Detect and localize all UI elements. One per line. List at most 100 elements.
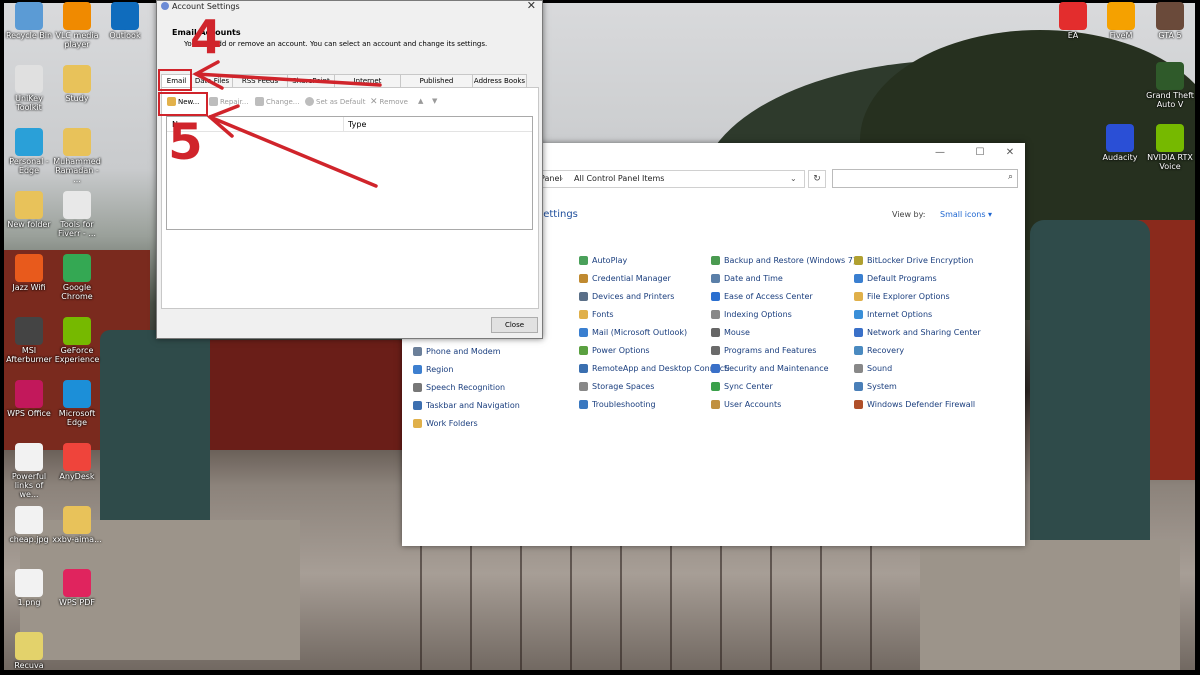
search-input[interactable]: ⌕ — [832, 169, 1018, 188]
desktop-icon[interactable]: Muhammed Ramadan - ... — [52, 128, 102, 184]
control-panel-item-label: Region — [426, 364, 454, 374]
desktop-icon[interactable]: MSI Afterburner — [4, 317, 54, 364]
control-panel-item[interactable]: Programs and Features — [711, 344, 816, 358]
control-panel-item-label: Date and Time — [724, 273, 783, 283]
desktop-icon[interactable]: Microsoft Edge — [52, 380, 102, 427]
screen-frame — [0, 670, 1200, 675]
app-icon — [63, 569, 91, 597]
chevron-down-icon[interactable]: ⌄ — [790, 174, 797, 183]
desktop-icon[interactable]: Google Chrome — [52, 254, 102, 301]
control-panel-item[interactable]: Backup and Restore (Windows 7) — [711, 253, 856, 267]
desktop-icon[interactable]: VLC media player — [52, 2, 102, 49]
control-panel-item-label: Mail (Microsoft Outlook) — [592, 327, 688, 337]
desktop-icon[interactable]: Personal - Edge — [4, 128, 54, 175]
repair-button[interactable]: Repair... — [209, 97, 248, 106]
control-panel-item-label: Speech Recognition — [426, 382, 506, 392]
desktop-icon[interactable]: EA — [1048, 2, 1098, 40]
control-panel-item-icon — [413, 364, 422, 374]
control-panel-item[interactable]: RemoteApp and Desktop Connecti — [579, 362, 729, 376]
app-icon — [1156, 2, 1184, 30]
desktop-icon[interactable]: Grand Theft Auto V — [1145, 62, 1195, 109]
desktop-icon[interactable]: cheap.jpg — [4, 506, 54, 544]
desktop-icon[interactable]: GTA 5 — [1145, 2, 1195, 40]
control-panel-item[interactable]: AutoPlay — [579, 253, 627, 267]
control-panel-item[interactable]: Default Programs — [854, 271, 937, 285]
desktop-icon[interactable]: Jazz Wifi — [4, 254, 54, 292]
desktop-icon[interactable]: WPS PDF — [52, 569, 102, 607]
control-panel-item[interactable]: Taskbar and Navigation — [413, 398, 520, 412]
control-panel-item-icon — [711, 382, 720, 392]
close-button[interactable]: Close — [491, 317, 538, 333]
page-title: settings — [538, 209, 578, 220]
control-panel-item[interactable]: Security and Maintenance — [711, 362, 829, 376]
set-default-button[interactable]: Set as Default — [305, 97, 365, 106]
control-panel-item[interactable]: Internet Options — [854, 307, 932, 321]
minimize-button[interactable]: — — [925, 147, 955, 158]
control-panel-item[interactable]: File Explorer Options — [854, 289, 950, 303]
control-panel-item[interactable]: Phone and Modem — [413, 344, 501, 358]
control-panel-item[interactable]: Recovery — [854, 344, 904, 358]
desktop-icon[interactable]: Audacity — [1095, 124, 1145, 162]
move-down-button[interactable]: ▼ — [432, 97, 437, 105]
desktop-icon-label: Muhammed Ramadan - ... — [53, 157, 101, 184]
desktop-icon[interactable]: GeForce Experience — [52, 317, 102, 364]
close-button[interactable]: ✕ — [995, 147, 1025, 158]
control-panel-item[interactable]: Fonts — [579, 307, 614, 321]
control-panel-item[interactable]: User Accounts — [711, 398, 781, 412]
control-panel-item[interactable]: Windows Defender Firewall — [854, 398, 975, 412]
control-panel-item[interactable]: Region — [413, 362, 453, 376]
desktop-icon[interactable]: Tools for Fiverr - ... — [52, 191, 102, 238]
check-circle-icon — [305, 97, 314, 106]
control-panel-item[interactable]: Speech Recognition — [413, 380, 505, 394]
desktop-icon[interactable]: NVIDIA RTX Voice — [1145, 124, 1195, 171]
control-panel-item-icon — [579, 309, 588, 319]
account-list[interactable]: Name Type — [166, 116, 533, 230]
desktop-icon[interactable]: FiveM — [1096, 2, 1146, 40]
control-panel-item[interactable]: Work Folders — [413, 416, 478, 430]
control-panel-item[interactable]: Indexing Options — [711, 307, 792, 321]
desktop-icon[interactable]: New folder — [4, 191, 54, 229]
breadcrumb-item[interactable]: All Control Panel Items — [574, 174, 664, 183]
change-button-label: Change... — [266, 97, 300, 106]
control-panel-item[interactable]: Sync Center — [711, 380, 773, 394]
desktop-icon[interactable]: Recuva — [4, 632, 54, 670]
stone-lantern — [1030, 220, 1150, 550]
control-panel-item[interactable]: System — [854, 380, 897, 394]
control-panel-item-label: Security and Maintenance — [724, 364, 829, 374]
close-icon[interactable]: ✕ — [527, 0, 536, 12]
desktop-icon[interactable]: AnyDesk — [52, 443, 102, 481]
maximize-button[interactable]: ☐ — [965, 147, 995, 158]
desktop-icon[interactable]: UniKey Toolkit — [4, 65, 54, 112]
app-icon — [15, 569, 43, 597]
control-panel-item[interactable]: Mail (Microsoft Outlook) — [579, 325, 687, 339]
desktop-icon[interactable]: xxbv-aima... — [52, 506, 102, 544]
control-panel-item-icon — [854, 327, 863, 337]
control-panel-item[interactable]: Sound — [854, 362, 892, 376]
change-icon — [255, 97, 264, 106]
breadcrumb-item[interactable]: Panel — [540, 174, 562, 183]
desktop-icon[interactable]: Powerful links of we... — [4, 443, 54, 499]
control-panel-item[interactable]: Troubleshooting — [579, 398, 656, 412]
remove-button[interactable]: ✕ Remove — [370, 97, 408, 107]
change-button[interactable]: Change... — [255, 97, 299, 106]
control-panel-item[interactable]: Date and Time — [711, 271, 783, 285]
control-panel-item[interactable]: Ease of Access Center — [711, 289, 813, 303]
desktop-icon[interactable]: Study — [52, 65, 102, 103]
control-panel-item[interactable]: Devices and Printers — [579, 289, 674, 303]
desktop-icon[interactable]: WPS Office — [4, 380, 54, 418]
control-panel-item[interactable]: Storage Spaces — [579, 380, 654, 394]
column-type[interactable]: Type — [348, 120, 366, 129]
desktop-icon[interactable]: Outlook — [100, 2, 150, 40]
control-panel-item[interactable]: Mouse — [711, 325, 750, 339]
view-by-dropdown[interactable]: Small icons ▾ — [940, 210, 992, 219]
desktop-icon-label: WPS PDF — [59, 598, 95, 607]
control-panel-item[interactable]: BitLocker Drive Encryption — [854, 253, 973, 267]
desktop-icon[interactable]: 1.png — [4, 569, 54, 607]
desktop-icon[interactable]: Recycle Bin — [4, 2, 54, 40]
move-up-button[interactable]: ▲ — [418, 97, 423, 105]
control-panel-item[interactable]: Power Options — [579, 344, 650, 358]
refresh-button[interactable]: ↻ — [808, 170, 826, 188]
control-panel-item[interactable]: Credential Manager — [579, 271, 671, 285]
control-panel-item[interactable]: Network and Sharing Center — [854, 325, 981, 339]
desktop-icon-label: Personal - Edge — [9, 157, 49, 175]
